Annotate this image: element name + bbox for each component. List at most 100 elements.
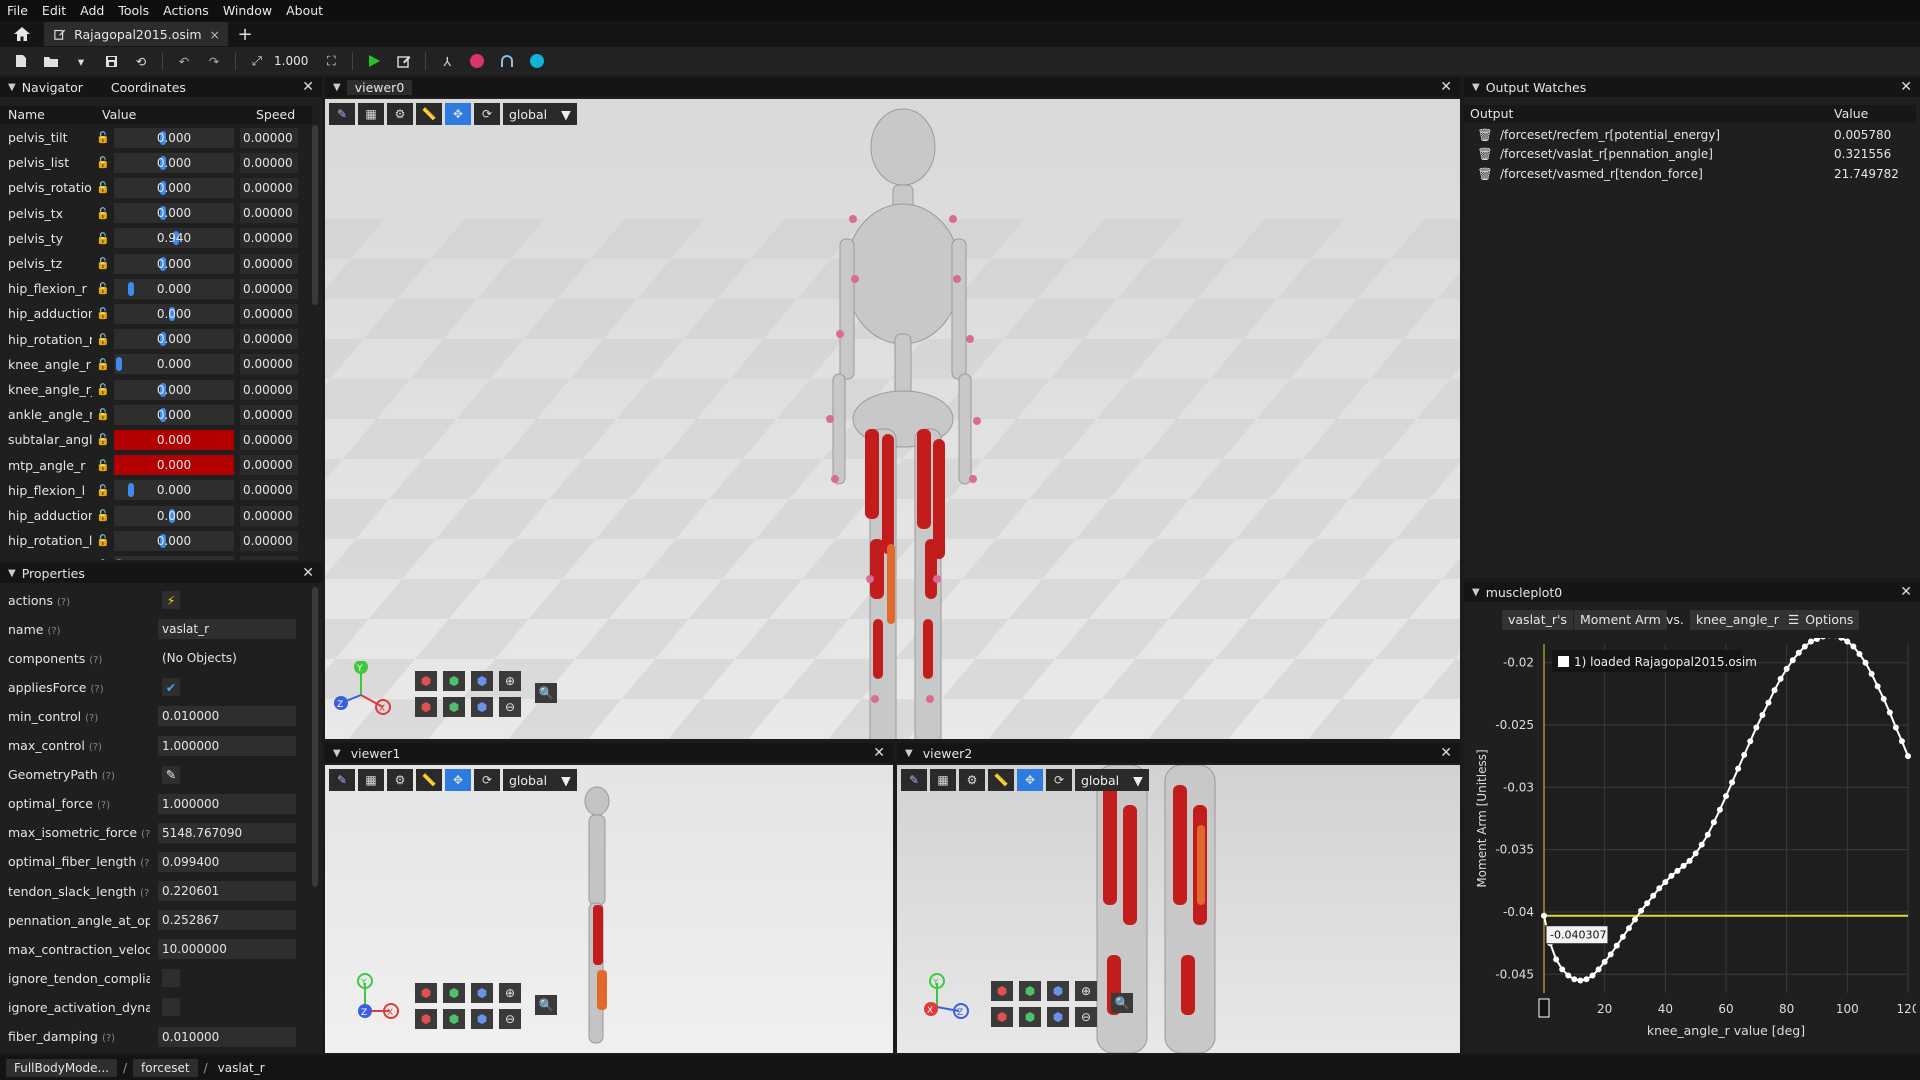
data-point[interactable] [1789,657,1796,664]
collapse-icon[interactable]: ▼ [1472,82,1480,93]
data-point[interactable] [1674,867,1681,874]
unlock-icon[interactable]: 🔓 [92,257,114,270]
data-point[interactable] [1619,933,1626,940]
view-plus-z-button[interactable]: ⬢ [471,671,493,691]
data-point[interactable] [1771,687,1778,694]
frame-select[interactable]: global ▼ [503,769,577,791]
save-button[interactable] [98,50,124,72]
property-value-field[interactable]: vaslat_r [158,619,296,640]
view-plus-z-button[interactable]: ⬢ [471,983,493,1003]
help-marker[interactable]: (?) [141,829,150,840]
breadcrumb-forceset[interactable]: forceset [133,1058,198,1077]
data-point[interactable] [1880,695,1887,702]
menu-item-edit[interactable]: Edit [35,3,73,18]
coordinate-value-slider[interactable]: 0.000 [114,152,234,173]
scene-button[interactable]: ▦ [930,769,956,791]
translate-button[interactable]: ✥ [445,769,471,791]
coordinate-speed-field[interactable]: 0.00000 [240,379,298,400]
data-point[interactable] [1801,643,1808,650]
data-point[interactable] [1735,765,1742,772]
collapse-icon[interactable]: ▼ [1472,587,1480,598]
data-point[interactable] [1892,724,1899,731]
unlock-icon[interactable]: 🔓 [92,181,114,194]
data-point[interactable] [1698,841,1705,848]
slider-handle[interactable] [116,357,123,372]
translate-button[interactable]: ✥ [445,103,471,125]
close-icon[interactable]: ✕ [873,745,885,761]
unlock-icon[interactable]: 🔓 [92,131,114,144]
view-minus-x-button[interactable]: ⬢ [991,1007,1013,1027]
muscle-select-button[interactable]: vaslat_r's [1502,610,1573,630]
close-icon[interactable]: ✕ [1440,79,1452,95]
data-point[interactable] [1644,900,1651,907]
data-point[interactable] [1638,907,1645,914]
data-point[interactable] [1795,649,1802,656]
zoom-out-button[interactable]: ⊖ [499,1009,521,1029]
coordinate-speed-field[interactable]: 0.00000 [240,127,298,148]
data-point[interactable] [1656,885,1663,892]
open-file-button[interactable] [38,50,64,72]
ruler-button[interactable]: 📏 [988,769,1014,791]
collapse-icon[interactable]: ▼ [905,748,913,759]
close-tab-icon[interactable]: × [210,27,220,42]
collapse-icon[interactable]: ▼ [333,82,341,93]
translate-button[interactable]: ✥ [1017,769,1043,791]
coordinate-value-slider[interactable]: 0.000 [114,177,234,198]
view-plus-x-button[interactable]: ⬢ [415,983,437,1003]
menu-item-window[interactable]: Window [216,3,279,18]
trash-icon[interactable]: 🗑 [1470,167,1500,181]
data-point[interactable] [1765,699,1772,706]
coordinate-value-slider[interactable]: 0.000 [114,203,234,224]
unlock-icon[interactable]: 🔓 [92,459,114,472]
data-point[interactable] [1553,956,1560,963]
coordinate-value-slider[interactable]: 0.000 [114,530,234,551]
home-tab[interactable] [0,21,44,47]
slider-handle[interactable] [116,558,123,560]
unlock-icon[interactable]: 🔓 [92,358,114,371]
show-wrap-button[interactable] [494,50,520,72]
property-value-field[interactable]: 0.010000 [158,1026,296,1047]
coordinate-speed-field[interactable]: 0.00000 [240,480,298,501]
unlock-icon[interactable]: 🔓 [92,232,114,245]
coordinate-value-slider[interactable]: 0.000 [114,127,234,148]
coordinate-value-slider[interactable]: 0.000 [114,429,234,450]
coordinate-marker[interactable] [1538,998,1550,1018]
view-plus-y-button[interactable]: ⬢ [443,983,465,1003]
data-point[interactable] [1595,966,1602,973]
property-value-field[interactable]: 0.099400 [158,851,296,872]
data-point[interactable] [1905,753,1911,760]
trash-icon[interactable]: 🗑 [1470,147,1500,161]
data-point[interactable] [1844,638,1851,645]
scene-button[interactable]: ▦ [358,103,384,125]
data-point[interactable] [1898,738,1905,745]
data-point[interactable] [1759,712,1766,719]
coordinate-speed-field[interactable]: 0.00000 [240,354,298,375]
collapse-icon[interactable]: ▼ [8,568,16,579]
help-marker[interactable]: (?) [140,888,150,899]
data-point[interactable] [1856,650,1863,657]
data-point[interactable] [1704,831,1711,838]
rotate-button[interactable]: ⟳ [474,103,500,125]
data-point[interactable] [1729,779,1736,786]
actions-button[interactable]: ⚡ [162,591,180,609]
data-point[interactable] [1783,665,1790,672]
property-checkbox[interactable] [162,998,180,1017]
data-point[interactable] [1680,862,1687,869]
coordinate-speed-field[interactable]: 0.00000 [240,429,298,450]
viewer0-viewport[interactable]: ✎ ▦ ⚙ 📏 ✥ ⟳ global ▼ Y X Z ⬢ ⬢ ⬢ ⊕ ⬢ ⬢ ⬢ … [325,99,1460,739]
coordinate-value-slider[interactable]: 0.940 [114,228,234,249]
data-point[interactable] [1686,857,1693,864]
coordinate-speed-field[interactable]: 0.00000 [240,303,298,324]
help-marker[interactable]: (?) [47,626,60,637]
data-point[interactable] [1874,683,1881,690]
unlock-icon[interactable]: 🔓 [92,559,114,560]
coordinate-speed-field[interactable]: 0.00000 [240,203,298,224]
menu-item-add[interactable]: Add [73,3,111,18]
data-point[interactable] [1662,879,1669,886]
unlock-icon[interactable]: 🔓 [92,408,114,421]
coordinate-value-slider[interactable]: 0.000 [114,555,234,560]
coordinate-speed-field[interactable]: 0.00000 [240,329,298,350]
coordinate-speed-field[interactable]: 0.00000 [240,253,298,274]
unlock-icon[interactable]: 🔓 [92,383,114,396]
data-point[interactable] [1613,942,1620,949]
